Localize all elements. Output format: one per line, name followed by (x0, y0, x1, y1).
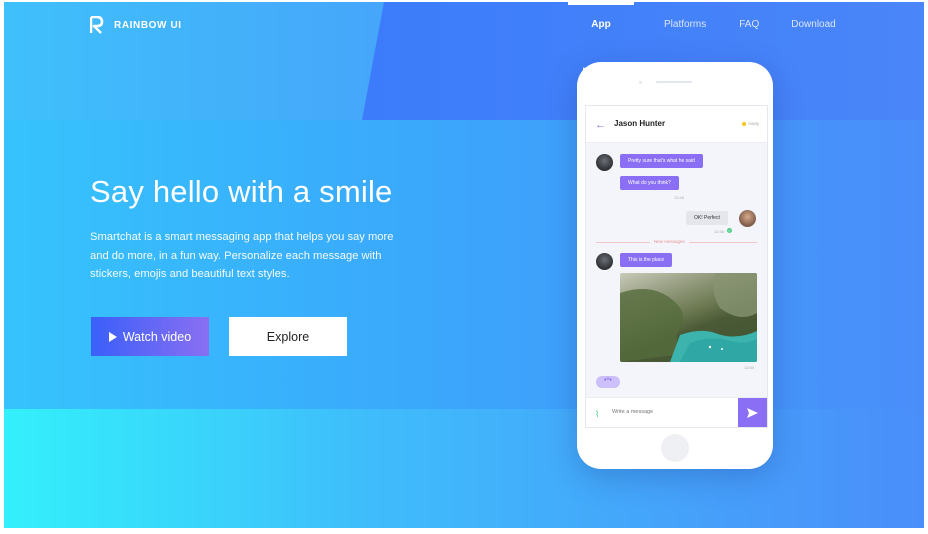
phone-home-button (661, 434, 689, 462)
nav-download[interactable]: Download (786, 2, 840, 94)
send-icon (747, 408, 758, 418)
photo-image (620, 273, 757, 362)
phone-camera (639, 81, 642, 84)
brand-logo[interactable]: RAINBOW UI (90, 16, 182, 34)
paperclip-icon[interactable]: ⌇ (595, 409, 599, 420)
message-bubble: Pretty sure that's what he said (620, 154, 703, 168)
contact-status: Away (742, 121, 759, 126)
message-input[interactable] (610, 408, 734, 416)
message-time: 12:50 (744, 365, 755, 370)
watch-video-label: Watch video (122, 329, 192, 344)
watch-video-button[interactable]: Watch video (91, 317, 209, 356)
message-bubble-out: OK! Perfect (686, 211, 728, 225)
contact-name: Jason Hunter (614, 119, 666, 128)
check-icon: ✓ (727, 228, 732, 233)
chat-header: ← Jason Hunter Away (586, 106, 767, 143)
landing-page: RAINBOW UI App preview Platforms FAQ Dow… (4, 2, 924, 528)
avatar (739, 210, 756, 227)
message-time: 12:45 (674, 195, 685, 200)
play-icon (108, 331, 117, 342)
hero-description: Smartchat is a smart messaging app that … (90, 231, 394, 280)
back-arrow-icon[interactable]: ← (595, 119, 606, 131)
hero-title: Say hello with a smile (90, 174, 393, 209)
logo-icon (90, 16, 104, 34)
status-dot-icon (742, 121, 747, 126)
background-bottom (4, 409, 924, 528)
message-bubble: This is the place (620, 253, 673, 267)
background-top-left (4, 2, 384, 120)
chat-screen: ← Jason Hunter Away Pretty sure that's w… (585, 105, 768, 428)
shared-photo[interactable] (620, 273, 757, 362)
status-text: Away (748, 121, 759, 126)
avatar (596, 253, 613, 270)
message-time: 12:46 (714, 229, 725, 234)
phone-mockup: ← Jason Hunter Away Pretty sure that's w… (577, 62, 773, 469)
phone-speaker (656, 81, 692, 83)
avatar (596, 154, 613, 171)
explore-button[interactable]: Explore (229, 317, 347, 356)
new-messages-label: New messages (650, 239, 689, 244)
send-button[interactable] (738, 398, 767, 427)
message-composer: ⌇ (586, 397, 767, 427)
typing-indicator: •*• (596, 376, 620, 388)
message-bubble: What do you think? (620, 176, 679, 190)
brand-name: RAINBOW UI (114, 19, 182, 31)
